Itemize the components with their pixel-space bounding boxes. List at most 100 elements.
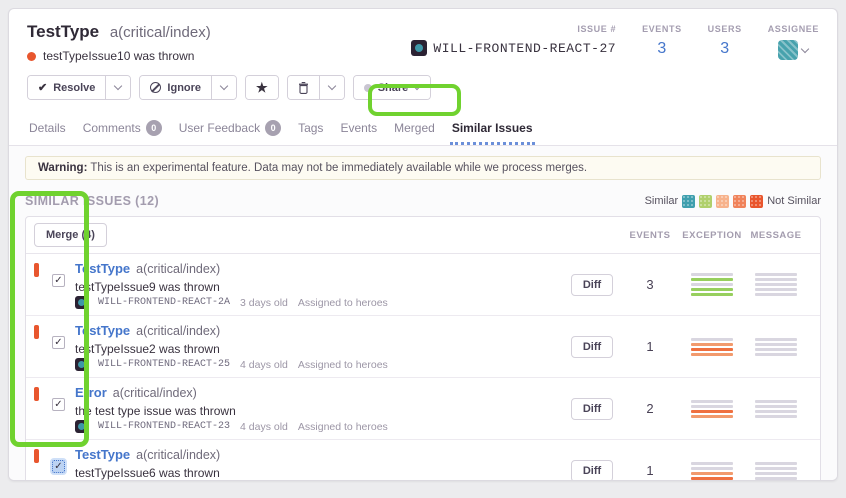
issue-checkbox[interactable]: ✓ (52, 336, 65, 349)
delete-button-group (287, 75, 345, 100)
issue-short-id: WILL-FRONTEND-REACT-25 (98, 359, 230, 370)
stripe (691, 472, 733, 475)
issue-short-id: WILL-FRONTEND-REACT-27 (433, 41, 616, 56)
exception-cell (680, 338, 744, 356)
resolve-dropdown-button[interactable] (105, 76, 130, 99)
delete-button[interactable] (288, 76, 319, 99)
chevron-down-icon (220, 82, 228, 90)
message-similarity-stripes (755, 338, 797, 356)
issue-text-block: TestTypea(critical/index)testTypeIssue9 … (75, 260, 388, 309)
similarity-swatch (750, 195, 763, 208)
unresolved-dot-icon (27, 52, 36, 61)
events-count[interactable]: 3 (642, 40, 682, 58)
issue-link[interactable]: TestType (75, 447, 130, 462)
column-header-exception: EXCEPTION (680, 230, 744, 241)
exception-cell (680, 400, 744, 418)
tab-label: Similar Issues (452, 121, 533, 135)
similarity-legend: SimilarNot Similar (645, 195, 821, 208)
tab-label: Details (29, 121, 66, 135)
assignee-dropdown[interactable] (768, 40, 819, 60)
issue-title-line: Errora(critical/index) (75, 384, 388, 402)
tab-user-feedback[interactable]: User Feedback0 (177, 114, 283, 145)
message-cell (744, 462, 808, 480)
tab-label: Events (340, 121, 377, 135)
issue-link[interactable]: TestType (75, 261, 130, 276)
similarity-swatch (699, 195, 712, 208)
diff-button[interactable]: Diff (571, 398, 613, 420)
issue-short-id: WILL-FRONTEND-REACT-23 (98, 421, 230, 432)
stripe (691, 462, 733, 465)
message-cell (744, 338, 808, 356)
stripe (691, 343, 733, 346)
stripe (755, 338, 797, 341)
issue-text-block: TestTypea(critical/index)testTypeIssue2 … (75, 322, 388, 371)
trash-icon (298, 82, 309, 94)
exception-similarity-stripes (691, 462, 733, 480)
warning-text: This is an experimental feature. Data ma… (90, 162, 587, 174)
issue-link[interactable]: TestType (75, 323, 130, 338)
diff-cell: Diff (564, 398, 620, 420)
issue-text-block: Errora(critical/index) the test type issu… (75, 384, 388, 433)
similarity-swatch (733, 195, 746, 208)
tab-details[interactable]: Details (27, 114, 68, 145)
chevron-down-icon (327, 82, 335, 90)
message-similarity-stripes (755, 273, 797, 296)
tab-comments[interactable]: Comments0 (81, 114, 164, 145)
platform-icon (75, 358, 88, 371)
stat-assignee: ASSIGNEE (768, 24, 819, 60)
resolve-button[interactable]: ✔ Resolve (28, 76, 105, 99)
issue-message: the test type issue was thrown (75, 404, 388, 418)
stripe (691, 477, 733, 480)
exception-similarity-stripes (691, 338, 733, 356)
merge-button[interactable]: Merge (4) (34, 223, 107, 247)
tab-events[interactable]: Events (338, 114, 379, 145)
issue-type: TestType (27, 22, 99, 41)
stripe (755, 273, 797, 276)
issue-checkbox[interactable]: ✓ (52, 274, 65, 287)
issue-row-main: ✓ TestTypea(critical/index)testTypeIssue2… (26, 322, 564, 371)
stripe (755, 477, 797, 480)
warning-prefix: Warning: (38, 162, 87, 174)
issue-checkbox[interactable]: ✓ (52, 398, 65, 411)
events-cell: 3 (620, 277, 680, 292)
issue-title-line: TestTypea(critical/index) (75, 322, 388, 340)
issue-id-wrap: WILL-FRONTEND-REACT-27 (411, 40, 616, 56)
users-count[interactable]: 3 (708, 40, 742, 58)
delete-dropdown-button[interactable] (319, 76, 344, 99)
stripe (691, 353, 733, 356)
stat-users: USERS 3 (708, 24, 742, 58)
events-label: EVENTS (642, 24, 682, 34)
issue-checkbox[interactable]: ✓ (52, 460, 65, 473)
stripe (755, 283, 797, 286)
stripe (755, 410, 797, 413)
assignee-avatar[interactable] (778, 40, 798, 60)
similar-issues-panel: Merge (4) EVENTS EXCEPTION MESSAGE ✓Test… (25, 216, 821, 481)
error-level-bar (34, 325, 39, 339)
message-similarity-stripes (755, 462, 797, 480)
issue-link[interactable]: Error (75, 385, 107, 400)
ignore-label: Ignore (167, 82, 201, 94)
stripe (691, 400, 733, 403)
share-button[interactable]: Share (354, 76, 431, 99)
error-level-bar (34, 387, 39, 401)
stat-issue-number: ISSUE # WILL-FRONTEND-REACT-27 (411, 24, 616, 56)
diff-button[interactable]: Diff (571, 460, 613, 482)
issue-header: TestType a(critical/index) testTypeIssue… (9, 9, 837, 63)
issue-row-main: ✓TestTypea(critical/index)testTypeIssue6… (26, 446, 564, 481)
stripe (691, 467, 733, 470)
diff-button[interactable]: Diff (571, 274, 613, 296)
bookmark-button[interactable]: ★ (246, 76, 278, 99)
issue-title-block: TestType a(critical/index) testTypeIssue… (27, 22, 211, 63)
ignore-button[interactable]: Ignore (140, 76, 211, 99)
legend-not-similar-label: Not Similar (767, 195, 821, 207)
issue-age: 4 days old (240, 359, 288, 371)
tab-merged[interactable]: Merged (392, 114, 437, 145)
ignore-button-group: Ignore (139, 75, 237, 100)
ignore-dropdown-button[interactable] (211, 76, 236, 99)
tab-tags[interactable]: Tags (296, 114, 325, 145)
diff-button[interactable]: Diff (571, 336, 613, 358)
issue-short-id: WILL-FRONTEND-REACT-2A (98, 297, 230, 308)
similar-issues-header: SIMILAR ISSUES (12) SimilarNot Similar (25, 194, 821, 208)
tab-similar-issues[interactable]: Similar Issues (450, 114, 535, 145)
similar-issue-row: ✓ Errora(critical/index) the test type iss… (26, 377, 820, 439)
